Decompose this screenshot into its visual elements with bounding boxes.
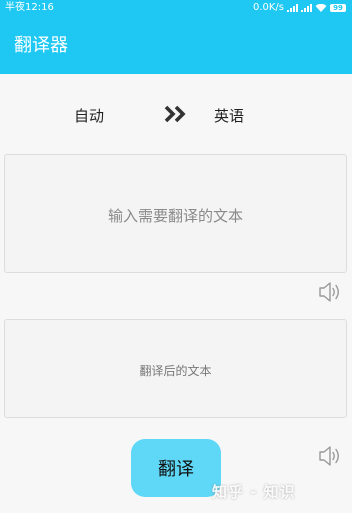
input-text-area[interactable]: 输入需要翻译的文本	[4, 154, 347, 273]
battery-icon: 99	[330, 4, 346, 12]
target-language-selector[interactable]: 英语	[214, 105, 244, 126]
status-bar: 半夜12:16 0.0K/s 99	[0, 0, 352, 16]
app-title: 翻译器	[14, 35, 68, 56]
status-indicators: 0.0K/s 99	[253, 0, 346, 16]
wifi-icon	[315, 4, 327, 12]
source-language-selector[interactable]: 自动	[74, 105, 104, 126]
output-text: 翻译后的文本	[139, 364, 212, 378]
translate-button[interactable]: 翻译	[131, 439, 221, 497]
translator-screen: 半夜12:16 0.0K/s 99 翻译器 自动 英语 输入需要翻译的文本 翻译…	[0, 0, 352, 513]
watermark: 知乎 - 知识	[212, 483, 296, 501]
input-placeholder: 输入需要翻译的文本	[107, 207, 243, 225]
network-speed: 0.0K/s	[252, 2, 284, 13]
speaker-icon-input[interactable]	[317, 280, 343, 304]
status-time: 半夜12:16	[5, 2, 54, 13]
double-chevron-right-icon[interactable]	[164, 104, 188, 124]
output-text-area: 翻译后的文本	[4, 319, 347, 418]
signal-icon	[287, 4, 298, 12]
app-bar: 翻译器	[0, 16, 352, 74]
signal-icon-2	[301, 4, 312, 12]
speaker-icon-output[interactable]	[317, 444, 343, 468]
